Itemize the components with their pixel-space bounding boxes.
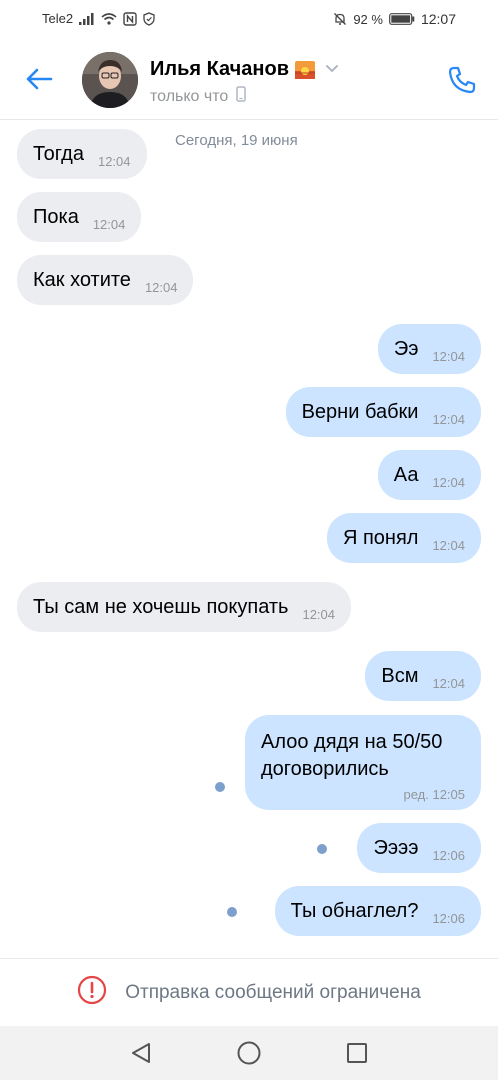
- contact-name[interactable]: Илья Качанов: [150, 58, 289, 81]
- sunset-emoji-icon: [295, 60, 316, 79]
- restriction-text: Отправка сообщений ограничена: [125, 981, 421, 1003]
- chat-header: Илья Качанов только что: [0, 38, 498, 120]
- message-text: Всм: [381, 664, 419, 687]
- message-text: Аа: [393, 463, 419, 486]
- square-recents-icon: [347, 1043, 367, 1063]
- message-text-line: Алоо дядя на 50/50: [261, 731, 443, 753]
- muted-bell-icon: [333, 12, 347, 26]
- message-outgoing[interactable]: Верни бабки 12:04: [285, 387, 481, 437]
- phone-icon: [448, 66, 476, 94]
- message-time: 12:04: [92, 216, 126, 232]
- call-button[interactable]: [444, 62, 480, 98]
- message-time: 12:04: [432, 537, 465, 553]
- nav-home-button[interactable]: [234, 1038, 264, 1068]
- circle-home-icon: [237, 1041, 261, 1065]
- message-time: 12:04: [432, 675, 465, 691]
- message-text-line: договорились: [261, 758, 389, 780]
- avatar[interactable]: [82, 52, 138, 108]
- system-nav-bar: [0, 1026, 498, 1080]
- warning-circle-icon: [77, 975, 107, 1010]
- shield-icon: [143, 11, 155, 26]
- message-incoming[interactable]: Ты сам не хочешь покупать 12:04: [17, 582, 352, 632]
- status-bar: Tele2 92 % 12:07: [0, 0, 498, 38]
- message-text: Верни бабки: [301, 400, 419, 423]
- message-time: 12:06: [432, 910, 465, 926]
- mobile-icon: [236, 86, 247, 107]
- nav-back-button[interactable]: [126, 1038, 156, 1068]
- unread-dot: [227, 907, 237, 917]
- back-button[interactable]: [22, 62, 56, 96]
- message-outgoing[interactable]: Алоо дядя на 50/50 договорились ред. 12:…: [245, 715, 481, 810]
- arrow-left-icon: [26, 68, 53, 90]
- message-time: 12:04: [97, 153, 131, 169]
- message-incoming[interactable]: Пока 12:04: [17, 192, 142, 242]
- message-incoming[interactable]: Тогда 12:04: [17, 129, 147, 179]
- message-text: Пока: [33, 205, 79, 228]
- clock: 12:07: [420, 11, 456, 27]
- message-text: Ты обнаглел?: [290, 899, 419, 922]
- message-text: Я понял: [342, 526, 419, 549]
- message-edited-time: ред. 12:05: [403, 787, 465, 802]
- message-outgoing[interactable]: Ээээ 12:06: [357, 823, 481, 873]
- wifi-icon: [101, 12, 117, 25]
- message-time: 12:04: [432, 411, 465, 427]
- nav-recents-button[interactable]: [342, 1038, 372, 1068]
- message-time: 12:06: [432, 847, 465, 863]
- message-text: Как хотите: [33, 268, 131, 291]
- chevron-down-icon[interactable]: [325, 61, 339, 79]
- message-text: Тогда: [33, 142, 84, 165]
- online-status: только что: [150, 87, 229, 105]
- battery-icon: [389, 13, 415, 25]
- message-outgoing[interactable]: Всм 12:04: [365, 651, 481, 701]
- message-time: 12:04: [432, 474, 465, 490]
- carrier-label: Tele2: [42, 11, 74, 26]
- message-time: 12:04: [302, 606, 336, 622]
- message-outgoing[interactable]: Аа 12:04: [377, 450, 481, 500]
- date-separator: Сегодня, 19 июня: [175, 132, 298, 149]
- unread-dot: [215, 782, 225, 792]
- message-text: Ээ: [393, 337, 419, 360]
- message-time: 12:04: [432, 348, 465, 364]
- message-incoming[interactable]: Как хотите 12:04: [17, 255, 194, 305]
- message-outgoing[interactable]: Ээ 12:04: [377, 324, 481, 374]
- chat-screen: Tele2 92 % 12:07 Илья Качанов только что…: [0, 0, 498, 1080]
- message-outgoing[interactable]: Я понял 12:04: [326, 513, 481, 563]
- signal-icon: [79, 12, 95, 25]
- message-time: 12:04: [144, 279, 178, 295]
- triangle-back-icon: [132, 1043, 150, 1063]
- message-text: Ты сам не хочешь покупать: [33, 595, 289, 618]
- messaging-restricted-banner: Отправка сообщений ограничена: [0, 958, 498, 1026]
- nfc-icon: [123, 11, 137, 26]
- message-outgoing[interactable]: Ты обнаглел? 12:06: [274, 886, 481, 936]
- battery-percent: 92 %: [353, 11, 383, 27]
- message-text: Ээээ: [373, 836, 419, 859]
- unread-dot: [317, 844, 327, 854]
